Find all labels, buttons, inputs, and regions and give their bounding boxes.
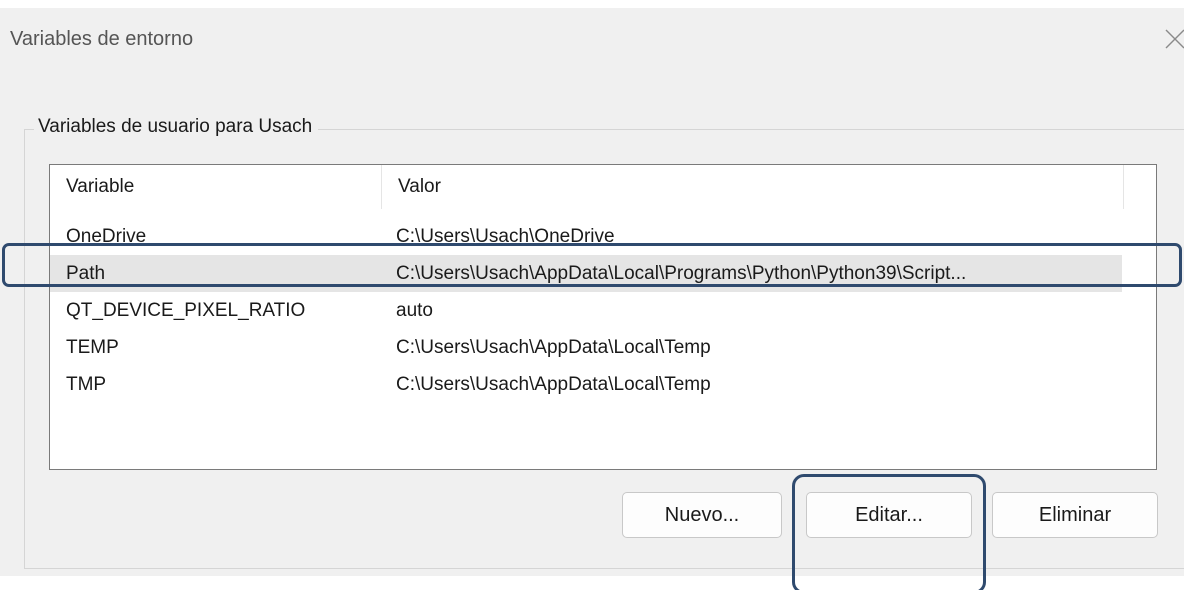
- close-icon: [1165, 29, 1184, 49]
- new-button[interactable]: Nuevo...: [622, 492, 782, 538]
- row-variable: Path: [66, 263, 106, 284]
- window-title: Variables de entorno: [10, 28, 194, 50]
- row-value: C:\Users\Usach\AppData\Local\Temp: [396, 374, 711, 395]
- list-row-qt-device-pixel-ratio[interactable]: QT_DEVICE_PIXEL_RATIO auto: [50, 292, 1122, 329]
- user-variables-group-label: Variables de usuario para Usach: [34, 116, 319, 138]
- column-header-value[interactable]: Valor: [382, 165, 1124, 209]
- user-variables-list[interactable]: Variable Valor OneDrive C:\Users\Usach\O…: [49, 164, 1157, 470]
- row-variable: OneDrive: [66, 226, 147, 247]
- row-value: C:\Users\Usach\OneDrive: [396, 226, 615, 247]
- delete-button[interactable]: Eliminar: [992, 492, 1158, 538]
- row-variable: TEMP: [66, 337, 119, 358]
- row-value: C:\Users\Usach\AppData\Local\Temp: [396, 337, 711, 358]
- close-button[interactable]: [1160, 20, 1184, 60]
- list-row-path[interactable]: Path C:\Users\Usach\AppData\Local\Progra…: [50, 255, 1122, 292]
- list-row-tmp[interactable]: TMP C:\Users\Usach\AppData\Local\Temp: [50, 366, 1122, 403]
- row-value: C:\Users\Usach\AppData\Local\Programs\Py…: [396, 263, 967, 284]
- row-value: auto: [396, 300, 433, 321]
- list-row-temp[interactable]: TEMP C:\Users\Usach\AppData\Local\Temp: [50, 329, 1122, 366]
- column-header-variable[interactable]: Variable: [50, 165, 382, 209]
- list-header: Variable Valor: [50, 165, 1156, 209]
- list-row-onedrive[interactable]: OneDrive C:\Users\Usach\OneDrive: [50, 218, 1122, 255]
- row-variable: TMP: [66, 374, 107, 395]
- environment-variables-dialog: Variables de entorno Variables de usuari…: [0, 8, 1184, 576]
- screenshot-stage: Variables de entorno Variables de usuari…: [0, 0, 1184, 590]
- edit-button[interactable]: Editar...: [806, 492, 972, 538]
- row-variable: QT_DEVICE_PIXEL_RATIO: [66, 300, 306, 321]
- title-bar: Variables de entorno: [0, 8, 1184, 78]
